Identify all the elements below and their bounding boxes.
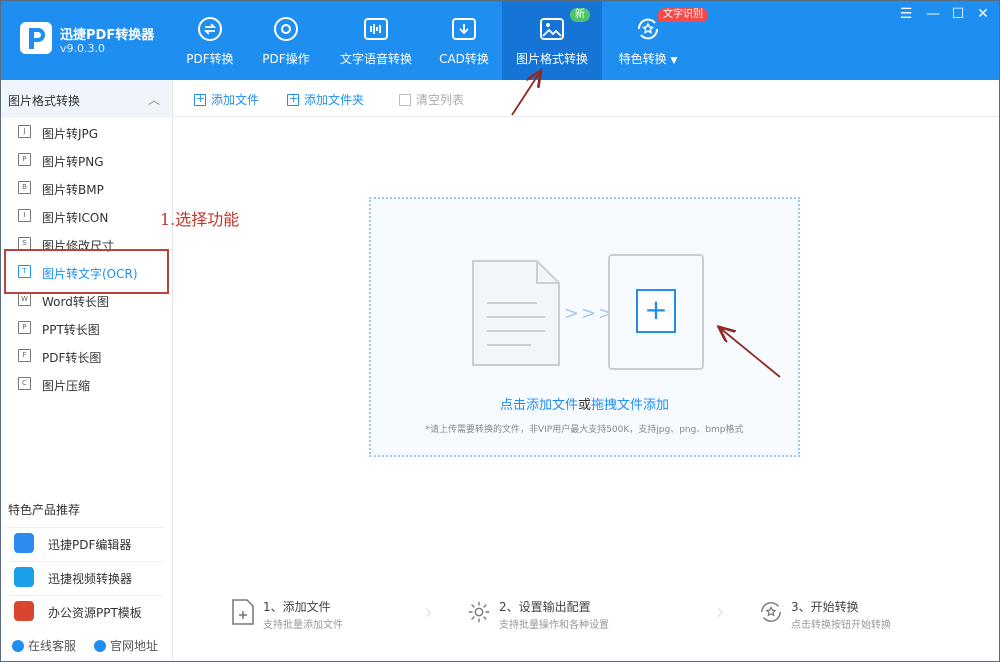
recommend-pdf-editor[interactable]: 迅捷PDF编辑器	[6, 527, 164, 557]
ocr-badge: 文字识别	[658, 8, 708, 22]
minimize-icon[interactable]: —	[925, 6, 941, 22]
sidebar-item-icon[interactable]: I 图片转ICON	[0, 202, 172, 230]
ppt-icon: P	[18, 321, 31, 334]
recommend-label: 迅捷视频转换器	[48, 572, 133, 586]
cad-icon	[451, 16, 477, 42]
sidebar-item-label: 图片转JPG	[42, 127, 99, 141]
app-version: v9.0.3.0	[60, 42, 105, 55]
sidebar-item-jpg[interactable]: J 图片转JPG	[0, 118, 172, 146]
recommend-ppt-template[interactable]: 办公资源PPT模板	[6, 595, 164, 625]
pdf-editor-icon	[14, 533, 34, 553]
audio-wave-icon	[363, 16, 389, 42]
sidebar: 图片格式转换 ︿ J 图片转JPG P 图片转PNG B 图片转BMP I 图片…	[0, 80, 173, 662]
step-subtitle: 支持批量添加文件	[263, 620, 343, 631]
user-service-icon	[12, 640, 24, 652]
collapse-icon[interactable]: ︿	[148, 91, 160, 108]
add-file-step-icon	[232, 599, 254, 625]
step-separator-icon: ›	[424, 600, 433, 625]
browser-icon	[94, 640, 106, 652]
website-link[interactable]: 官网地址	[94, 637, 158, 654]
title-bar: 迅捷PDF转换器 v9.0.3.0 PDF转换 PDF操作 文字语音转换 CAD…	[0, 0, 1000, 80]
tab-text-voice[interactable]: 文字语音转换	[334, 0, 418, 80]
image-icon-icon: I	[18, 209, 31, 222]
drop-instruction: 点击添加文件或拖拽文件添加	[499, 398, 670, 413]
word-icon: W	[18, 293, 31, 306]
ppt-template-icon	[14, 601, 34, 621]
video-converter-icon	[14, 567, 34, 587]
tab-label: 图片格式转换	[515, 52, 588, 66]
step-separator-icon: ›	[716, 600, 725, 625]
menu-icon[interactable]: ☰	[898, 6, 914, 22]
sidebar-item-png[interactable]: P 图片转PNG	[0, 146, 172, 174]
step-title: 2、设置输出配置	[499, 600, 591, 614]
tab-label: PDF操作	[262, 52, 310, 66]
tab-label: CAD转换	[439, 52, 489, 66]
sidebar-item-compress[interactable]: C 图片压缩	[0, 370, 172, 398]
tab-cad-convert[interactable]: CAD转换	[434, 0, 494, 80]
tab-pdf-operate[interactable]: PDF操作	[256, 0, 316, 80]
app-logo-icon	[20, 22, 52, 54]
close-icon[interactable]: ✕	[975, 6, 991, 22]
sidebar-item-label: 图片转PNG	[42, 155, 104, 169]
add-file-button[interactable]: 添加文件	[194, 91, 259, 108]
maximize-icon[interactable]: ☐	[950, 6, 966, 22]
add-file-box[interactable]: +	[608, 254, 704, 370]
image-jpg-icon: J	[18, 125, 31, 138]
app-name: 迅捷PDF转换器	[60, 28, 155, 43]
image-bmp-icon: B	[18, 181, 31, 194]
image-icon	[539, 16, 565, 42]
upload-hint: *请上传需要转换的文件，非VIP用户最大支持500K，支持jpg、png、bmp…	[425, 425, 744, 435]
sidebar-item-label: 图片压缩	[42, 379, 91, 393]
step-subtitle: 支持批量操作和各种设置	[499, 620, 609, 631]
pdf-operate-icon	[273, 16, 299, 42]
step-subtitle: 点击转换按钮开始转换	[791, 620, 891, 631]
recommend-label: 办公资源PPT模板	[48, 606, 142, 620]
add-file-icon	[194, 92, 206, 106]
sidebar-item-bmp[interactable]: B 图片转BMP	[0, 174, 172, 202]
dropdown-caret-icon: ▼	[670, 56, 678, 66]
sidebar-item-pdf-long[interactable]: F PDF转长图	[0, 342, 172, 370]
sidebar-item-label: PPT转长图	[42, 323, 100, 337]
recommend-title: 特色产品推荐	[8, 503, 81, 517]
clear-list-button[interactable]: 清空列表	[399, 91, 464, 108]
add-folder-icon	[287, 92, 299, 106]
tab-label: PDF转换	[186, 52, 234, 66]
sidebar-item-label: PDF转长图	[42, 351, 102, 365]
star-convert-icon	[761, 602, 781, 622]
document-icon	[472, 260, 560, 366]
sidebar-item-label: Word转长图	[42, 295, 109, 309]
step-annotation: 1.选择功能	[160, 210, 240, 229]
online-service-link[interactable]: 在线客服	[12, 637, 76, 654]
file-drop-zone[interactable]: >>> + 点击添加文件或拖拽文件添加 *请上传需要转换的文件，非VIP用户最大…	[369, 197, 800, 457]
gear-icon	[468, 601, 490, 623]
sidebar-title: 图片格式转换	[8, 94, 81, 108]
pdf-icon: F	[18, 349, 31, 362]
step-title: 3、开始转换	[791, 600, 859, 614]
sidebar-item-label: 图片转BMP	[42, 183, 104, 197]
click-add-file-link[interactable]: 点击添加文件	[500, 398, 578, 413]
tab-pdf-convert[interactable]: PDF转换	[180, 0, 240, 80]
selection-highlight-box	[4, 249, 169, 294]
new-badge: 新	[570, 8, 590, 22]
plus-icon: +	[636, 289, 676, 333]
recommend-label: 迅捷PDF编辑器	[48, 538, 132, 552]
recommend-video-converter[interactable]: 迅捷视频转换器	[6, 561, 164, 591]
drag-file-link[interactable]: 拖拽文件添加	[591, 398, 669, 413]
compress-icon: C	[18, 377, 31, 390]
tab-label: 特色转换 ▼	[618, 52, 678, 66]
image-png-icon: P	[18, 153, 31, 166]
step-title: 1、添加文件	[263, 600, 331, 614]
add-folder-button[interactable]: 添加文件夹	[287, 91, 364, 108]
trash-icon	[399, 94, 411, 106]
sidebar-item-ppt-long[interactable]: P PPT转长图	[0, 314, 172, 342]
toolbar: 添加文件 添加文件夹 清空列表	[174, 80, 1000, 117]
sidebar-header: 图片格式转换 ︿	[0, 80, 172, 118]
tab-label: 文字语音转换	[339, 52, 412, 66]
pdf-convert-icon	[197, 16, 223, 42]
sidebar-item-label: 图片转ICON	[42, 211, 109, 225]
